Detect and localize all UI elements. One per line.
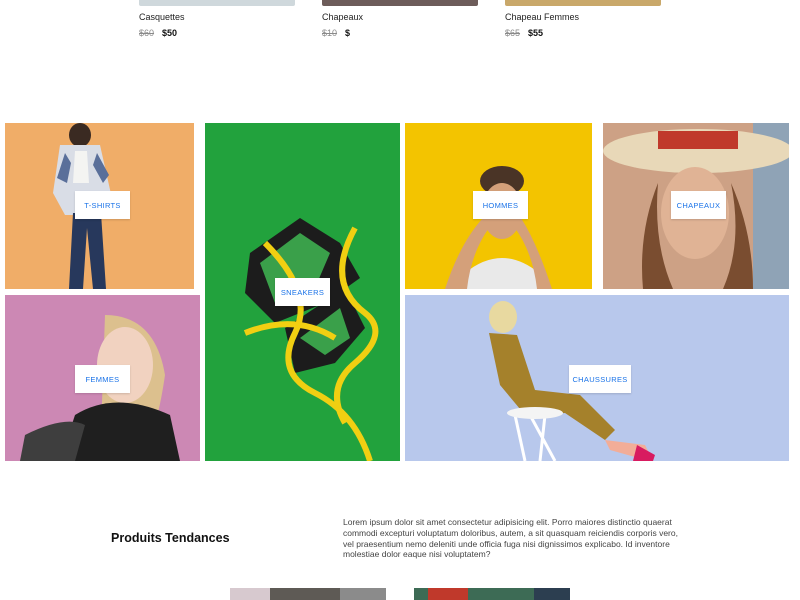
product-card-casquettes[interactable]: Casquettes $60 $50 [139,0,295,38]
product-photo-icon [230,588,386,600]
product-image[interactable] [505,0,661,6]
old-price: $60 [139,28,155,38]
product-card-chapeaux[interactable]: Chapeaux $10 $ [322,0,478,38]
category-label-hommes[interactable]: HOMMES [473,191,528,219]
category-label-chaussures[interactable]: CHAUSSURES [569,365,631,393]
product-image[interactable] [322,0,478,6]
category-label-chapeaux[interactable]: CHAPEAUX [671,191,726,219]
new-price: $ [345,28,351,38]
product-price: $60 $50 [139,28,177,38]
new-price: $55 [528,28,544,38]
category-tile-chapeaux[interactable]: CHAPEAUX [603,123,789,289]
product-image[interactable] [139,0,295,6]
trending-description: Lorem ipsum dolor sit amet consectetur a… [343,517,678,560]
product-name[interactable]: Casquettes [139,12,185,22]
trending-product-image-2[interactable] [414,588,570,600]
trending-title: Produits Tendances [111,531,230,545]
category-label-tshirts[interactable]: T-SHIRTS [75,191,130,219]
category-label-femmes[interactable]: FEMMES [75,365,130,393]
product-name[interactable]: Chapeau Femmes [505,12,579,22]
old-price: $65 [505,28,521,38]
category-label-sneakers[interactable]: SNEAKERS [275,278,330,306]
new-price: $50 [162,28,178,38]
trending-product-image-1[interactable] [230,588,386,600]
category-tile-sneakers[interactable]: SNEAKERS [205,123,400,461]
old-price: $10 [322,28,338,38]
category-tile-tshirts[interactable]: T-SHIRTS [5,123,194,289]
product-card-chapeau-femmes[interactable]: Chapeau Femmes $65 $55 [505,0,661,38]
category-tile-hommes[interactable]: HOMMES [405,123,592,289]
product-price: $10 $ [322,28,350,38]
category-tile-chaussures[interactable]: CHAUSSURES [405,295,789,461]
product-price: $65 $55 [505,28,543,38]
category-tile-femmes[interactable]: FEMMES [5,295,200,461]
product-name[interactable]: Chapeaux [322,12,363,22]
product-photo-icon [414,588,570,600]
